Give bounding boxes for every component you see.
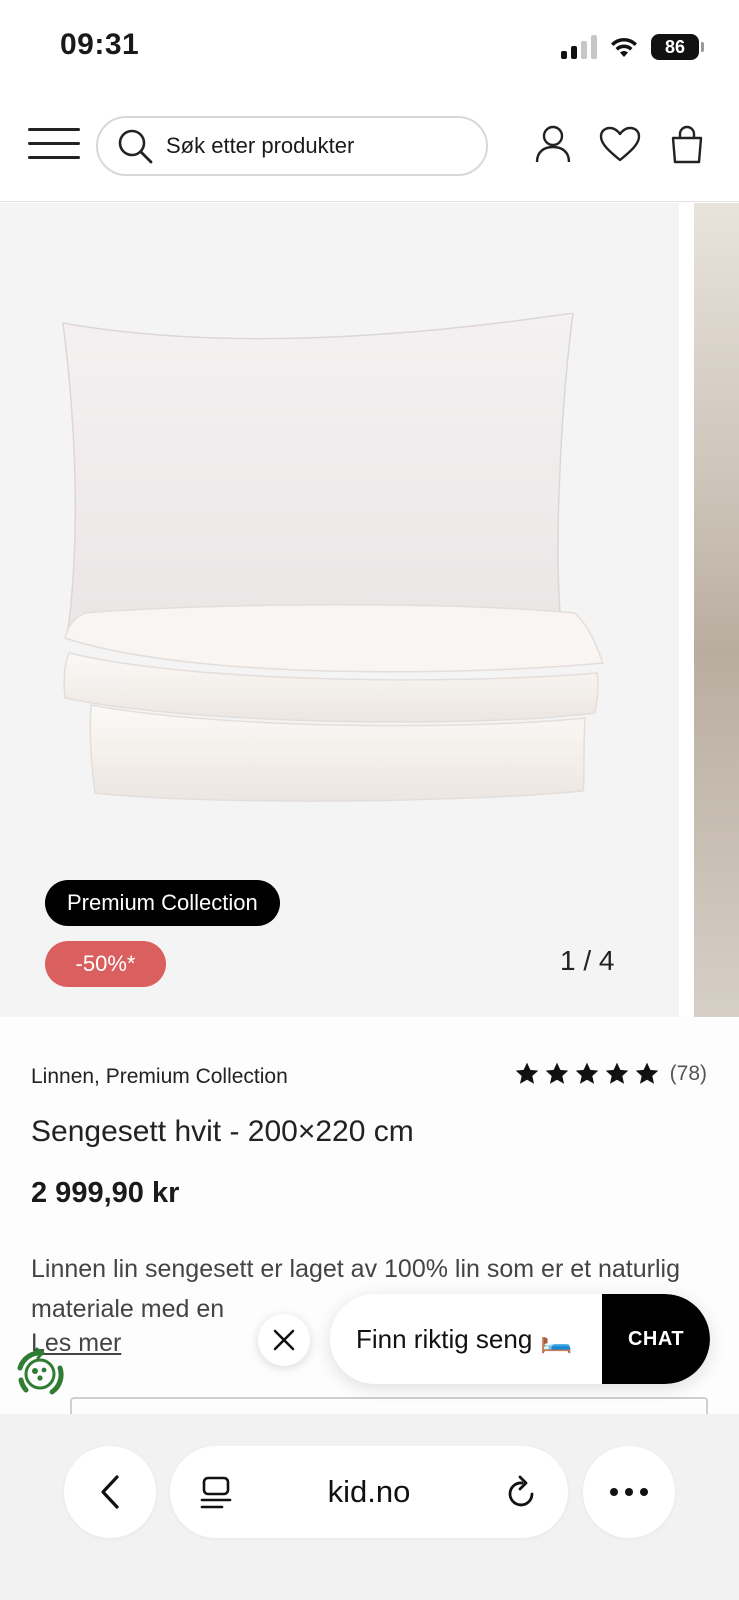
more-options-button[interactable] xyxy=(583,1446,675,1538)
battery-icon: 86 xyxy=(651,34,704,60)
chat-widget[interactable]: Finn riktig seng 🛏️ CHAT xyxy=(330,1294,710,1384)
rating-stars xyxy=(514,1061,660,1087)
product-rating[interactable]: (78) xyxy=(514,1061,707,1087)
cellular-signal-icon xyxy=(561,35,597,59)
star-icon xyxy=(545,1062,568,1084)
user-icon[interactable] xyxy=(531,122,575,166)
back-button[interactable] xyxy=(64,1446,156,1538)
eco-recycle-icon[interactable] xyxy=(12,1346,68,1402)
search-input[interactable] xyxy=(166,133,466,159)
star-icon xyxy=(635,1062,658,1084)
chat-button[interactable]: CHAT xyxy=(602,1294,710,1384)
menu-icon[interactable] xyxy=(28,126,82,162)
chat-prompt[interactable]: Finn riktig seng 🛏️ xyxy=(356,1294,573,1384)
star-icon xyxy=(515,1062,538,1084)
status-icons: 86 xyxy=(561,32,704,62)
heart-icon[interactable] xyxy=(598,122,642,166)
product-brand[interactable]: Linnen, Premium Collection xyxy=(31,1065,288,1089)
tabs-icon xyxy=(200,1476,232,1509)
search-icon xyxy=(118,129,153,164)
more-horizontal-icon xyxy=(610,1488,648,1496)
star-icon xyxy=(575,1062,598,1084)
status-bar: 09:31 86 xyxy=(0,0,739,96)
browser-toolbar: kid.no xyxy=(0,1414,739,1600)
chat-close-button[interactable] xyxy=(258,1314,310,1366)
search-bar[interactable] xyxy=(96,116,488,176)
bag-icon[interactable] xyxy=(665,122,709,166)
premium-collection-badge: Premium Collection xyxy=(45,880,280,926)
product-price: 2 999,90 kr xyxy=(31,1177,180,1209)
product-title: Sengesett hvit - 200×220 cm xyxy=(31,1115,414,1148)
product-image xyxy=(62,313,605,802)
address-bar[interactable]: kid.no xyxy=(170,1446,568,1538)
status-time: 09:31 xyxy=(60,28,140,61)
reload-icon[interactable] xyxy=(506,1474,538,1510)
chevron-left-icon xyxy=(101,1475,119,1509)
site-header xyxy=(0,100,739,202)
discount-badge: -50%* xyxy=(45,941,166,987)
wifi-icon xyxy=(611,37,637,57)
star-icon xyxy=(605,1062,628,1084)
review-count: (78) xyxy=(669,1062,707,1085)
gallery-slide-current[interactable]: Premium Collection -50%* 1 / 4 xyxy=(0,203,679,1017)
product-gallery[interactable]: Premium Collection -50%* 1 / 4 xyxy=(0,203,739,1017)
bed-icon: 🛏️ xyxy=(540,1323,573,1354)
slide-counter: 1 / 4 xyxy=(560,945,615,976)
gallery-slide-next[interactable] xyxy=(694,203,739,1017)
url-text: kid.no xyxy=(327,1474,411,1509)
chat-prompt-text: Finn riktig seng xyxy=(356,1323,533,1354)
close-icon xyxy=(273,1329,295,1351)
